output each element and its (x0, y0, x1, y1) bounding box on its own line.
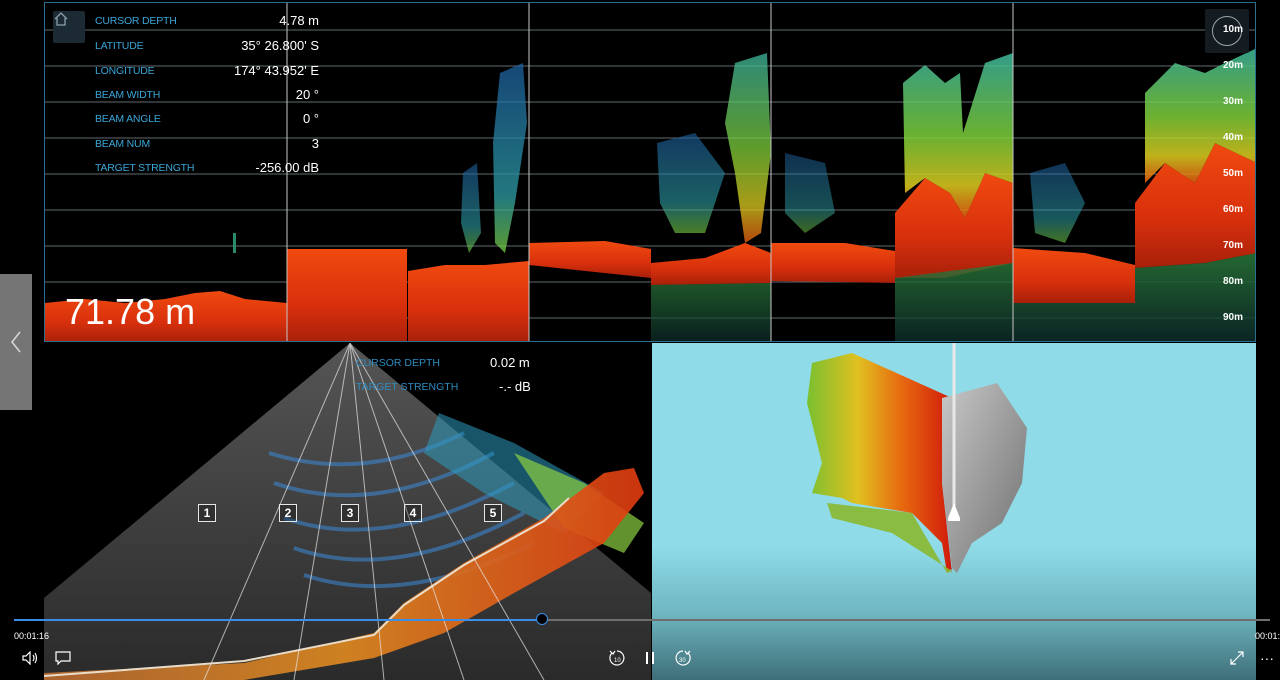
volume-button[interactable] (20, 648, 42, 668)
time-total: 00:01:4 (1255, 631, 1280, 641)
info-label: LATITUDE (95, 40, 144, 52)
info-row-beam-num: BEAM NUM 3 (95, 134, 325, 154)
info-value: 0 ° (302, 111, 319, 126)
info-value: 35° 26.800' S (241, 38, 319, 53)
bathymetry-3d-panel[interactable] (652, 343, 1256, 680)
beam-number-2[interactable]: 2 (279, 504, 297, 522)
rewind-10-icon: 10 (609, 650, 625, 666)
depth-tick: 60m (1222, 204, 1243, 215)
info-label: BEAM ANGLE (95, 113, 161, 125)
fullscreen-button[interactable] (1226, 648, 1248, 668)
depth-tick: 50m (1222, 168, 1243, 179)
captions-icon (55, 651, 71, 665)
depth-tick: 20m (1222, 60, 1243, 71)
home-icon (54, 12, 68, 26)
info-row-longitude: LONGITUDE 174° 43.952' E (95, 61, 325, 81)
fan-target-strength-label: TARGET STRENGTH (356, 381, 459, 393)
info-label: BEAM WIDTH (95, 89, 161, 101)
beam-number-4[interactable]: 4 (404, 504, 422, 522)
fan-cursor-depth-value: 0.02 m (490, 355, 530, 370)
depth-tick: 80m (1222, 276, 1243, 287)
echogram-panel[interactable]: CURSOR DEPTH 4.78 m LATITUDE 35° 26.800'… (44, 2, 1256, 342)
volume-icon (22, 651, 38, 665)
depth-tick: 30m (1222, 96, 1243, 107)
info-row-latitude: LATITUDE 35° 26.800' S (95, 36, 325, 56)
beam-number-3[interactable]: 3 (341, 504, 359, 522)
info-label: BEAM NUM (95, 138, 150, 150)
info-value: 174° 43.952' E (233, 63, 319, 78)
home-button[interactable] (53, 11, 85, 43)
rewind-button[interactable]: 10 (606, 648, 628, 668)
echo-segment (529, 53, 771, 341)
info-value: 20 ° (295, 87, 319, 102)
info-label: LONGITUDE (95, 65, 155, 77)
depth-tick: 10m (1222, 24, 1243, 35)
fan-target-strength-value: -.- dB (499, 379, 531, 394)
more-button[interactable]: ··· (1256, 648, 1278, 668)
info-row-beam-angle: BEAM ANGLE 0 ° (95, 109, 325, 129)
pause-button[interactable] (639, 648, 661, 668)
seek-bar-thumb[interactable] (535, 613, 548, 625)
depth-tick: 40m (1222, 132, 1243, 143)
info-value: 4.78 m (279, 13, 319, 28)
beam-number-1[interactable]: 1 (198, 504, 216, 522)
forward-label: 30 (679, 658, 686, 664)
forward-button[interactable]: 30 (672, 648, 694, 668)
info-row-beam-width: BEAM WIDTH 20 ° (95, 85, 325, 105)
rewind-label: 10 (614, 658, 621, 664)
bathymetry-canvas (807, 343, 1027, 573)
depth-tick: 90m (1222, 312, 1243, 323)
sonar-fan-panel[interactable]: CURSOR DEPTH 0.02 m TARGET STRENGTH -.- … (44, 343, 651, 680)
echo-segment (1013, 48, 1255, 341)
info-value: 3 (311, 136, 319, 151)
time-elapsed: 00:01:16 (14, 631, 50, 641)
current-depth-readout: 71.78 m (65, 291, 196, 332)
info-row-target-strength: TARGET STRENGTH -256.00 dB (95, 158, 325, 178)
more-icon: ··· (1260, 650, 1274, 666)
info-value: -256.00 dB (255, 160, 319, 175)
depth-tick: 70m (1222, 240, 1243, 251)
info-row-cursor-depth: CURSOR DEPTH 4.78 m (95, 11, 325, 31)
captions-button[interactable] (52, 648, 74, 668)
info-label: CURSOR DEPTH (95, 15, 177, 27)
fan-cursor-depth-label: CURSOR DEPTH (356, 357, 441, 369)
echo-segment (771, 53, 1013, 341)
chevron-left-icon (11, 331, 21, 353)
seek-bar-progress (14, 619, 542, 621)
side-panel-toggle[interactable] (0, 274, 32, 410)
pause-icon (646, 652, 654, 664)
surveyed-area-colored (807, 353, 952, 573)
fullscreen-icon (1230, 651, 1244, 665)
beam-number-5[interactable]: 5 (484, 504, 502, 522)
info-label: TARGET STRENGTH (95, 162, 195, 174)
forward-30-icon: 30 (675, 650, 691, 666)
